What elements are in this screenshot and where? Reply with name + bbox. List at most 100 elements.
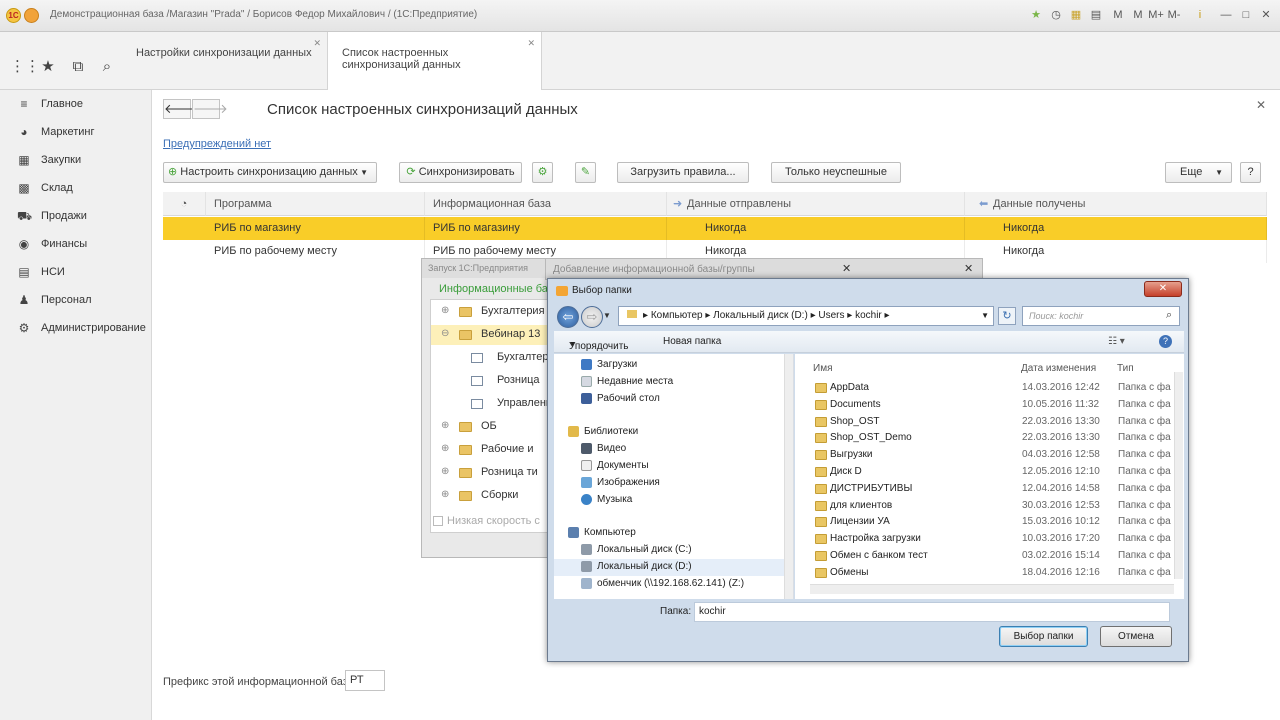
sections-grid-icon[interactable]: ⋮⋮ — [10, 57, 40, 77]
list-item[interactable]: Shop_OST 22.03.2016 13:30 Папка с фа — [795, 414, 1184, 431]
setup-sync-button[interactable]: ⊕ Настроить синхронизацию данных ▼ — [163, 162, 377, 183]
help-icon[interactable]: ? — [1159, 335, 1172, 348]
list-item[interactable]: Лицензии УА 15.03.2016 10:12 Папка с фа — [795, 514, 1184, 531]
breadcrumb-item[interactable]: kochir — [855, 310, 882, 321]
memory-plus-button[interactable]: М+ — [1148, 7, 1164, 23]
tree-item[interactable]: ⊕ Рабочие и — [431, 440, 551, 460]
load-rules-button[interactable]: Загрузить правила... — [617, 162, 749, 183]
tree-item[interactable]: Бухгалтерия — [431, 348, 551, 368]
memory-store-button[interactable]: М — [1110, 7, 1126, 23]
column-header-type[interactable]: Тип — [1117, 363, 1134, 374]
close-form-button[interactable]: ✕ — [1256, 98, 1266, 112]
close-window-button[interactable]: ✕ — [1258, 7, 1274, 23]
status-column-icon[interactable]: ◔ — [163, 192, 206, 216]
new-folder-button[interactable]: Новая папка — [663, 336, 721, 347]
view-options-icon[interactable]: ☷ ▾ — [1108, 336, 1125, 347]
list-item[interactable]: Выгрузки 04.03.2016 12:58 Папка с фа — [795, 447, 1184, 464]
main-menu-button[interactable] — [24, 8, 39, 23]
column-header-sent[interactable]: ➜ Данные отправлены — [667, 192, 965, 216]
nav-item-drive-d[interactable]: Локальный диск (D:) — [554, 559, 793, 576]
sidebar-item-finance[interactable]: ◉ Финансы — [0, 232, 152, 256]
column-header-received[interactable]: ⬅ Данные получены — [965, 192, 1267, 216]
only-failed-button[interactable]: Только неуспешные — [771, 162, 901, 183]
list-item[interactable]: Настройка загрузки 10.03.2016 17:20 Папка … — [795, 531, 1184, 548]
folder-input[interactable]: kochir — [694, 602, 1170, 622]
list-item[interactable]: Обмен с банком тест 03.02.2016 15:14 Папка… — [795, 548, 1184, 565]
tree-item[interactable]: ⊕ Бухгалтерия — [431, 302, 551, 322]
list-item[interactable]: для клиентов 30.03.2016 12:53 Папка с фа — [795, 498, 1184, 515]
column-header-date[interactable]: Дата изменения — [1021, 363, 1096, 374]
forward-arrow-icon[interactable]: ⇨ — [581, 306, 603, 328]
tree-item[interactable]: ⊕ Сборки — [431, 486, 551, 506]
breadcrumb-item[interactable]: Users — [818, 310, 844, 321]
sidebar-item-personnel[interactable]: ♟ Персонал — [0, 288, 152, 312]
select-folder-button[interactable]: Выбор папки — [999, 626, 1088, 647]
back-arrow-icon[interactable]: ⇦ — [557, 306, 579, 328]
column-header-name[interactable]: Имя — [813, 363, 832, 374]
chevron-down-icon[interactable]: ▼ — [981, 307, 989, 325]
tab-sync-list[interactable]: Список настроенных синхронизаций данных … — [328, 32, 542, 90]
list-item[interactable]: Обмены 18.04.2016 12:16 Папка с фа — [795, 565, 1184, 582]
calculator-icon[interactable]: ▦ — [1068, 7, 1084, 23]
history-icon[interactable]: ◷ — [1048, 7, 1064, 23]
sidebar-item-sales[interactable]: ⛟ Продажи — [0, 204, 152, 228]
sidebar-item-nsi[interactable]: ▤ НСИ — [0, 260, 152, 284]
more-button[interactable]: Еще ▼ — [1165, 162, 1232, 183]
synchronize-button[interactable]: ⟳ Синхронизировать — [399, 162, 522, 183]
breadcrumb-item[interactable]: Компьютер — [651, 310, 703, 321]
column-header-program[interactable]: Программа — [206, 192, 425, 216]
tab-sync-settings[interactable]: Настройки синхронизации данных ✕ — [122, 32, 328, 90]
chevron-down-icon[interactable]: ▼ — [603, 311, 611, 320]
forward-button[interactable]: 🡒 — [192, 99, 228, 119]
low-speed-checkbox[interactable]: Низкая скорость с — [431, 512, 551, 532]
back-button[interactable]: 🡐 — [163, 99, 199, 119]
close-icon[interactable]: ✕ — [842, 262, 851, 275]
nav-scrollbar[interactable] — [784, 354, 793, 599]
close-icon[interactable]: ✕ — [1144, 281, 1182, 297]
refresh-icon[interactable]: ↻ — [998, 307, 1016, 325]
calendar-icon[interactable]: ▤ — [1088, 7, 1104, 23]
tree-item[interactable]: Розница — [431, 371, 551, 391]
close-icon[interactable]: ✕ — [527, 38, 535, 49]
info-button[interactable]: i — [1192, 7, 1208, 23]
minimize-button[interactable]: — — [1218, 7, 1234, 23]
list-item[interactable]: AppData 14.03.2016 12:42 Папка с фа — [795, 380, 1184, 397]
tree-item[interactable]: ⊖ Вебинар 13 — [431, 325, 551, 345]
list-scrollbar-horizontal[interactable] — [810, 584, 1174, 594]
list-item[interactable]: Documents 10.05.2016 11:32 Папка с фа — [795, 397, 1184, 414]
sidebar-item-warehouse[interactable]: ▩ Склад — [0, 176, 152, 200]
sync-settings-icon[interactable]: ⚙ — [532, 162, 553, 183]
memory-minus-button[interactable]: М- — [1166, 7, 1182, 23]
close-icon[interactable]: ✕ — [964, 262, 973, 275]
tree-item[interactable]: ⊕ Розница ти — [431, 463, 551, 483]
tree-item[interactable]: Управление — [431, 394, 551, 414]
help-button[interactable]: ? — [1240, 162, 1261, 183]
breadcrumb-item[interactable]: Локальный диск (D:) — [713, 310, 808, 321]
list-item[interactable]: Shop_OST_Demo 22.03.2016 13:30 Папка с фа — [795, 430, 1184, 447]
search-icon[interactable]: ⌕ — [97, 57, 117, 77]
favorites-star-icon[interactable]: ★ — [38, 57, 58, 77]
close-icon[interactable]: ✕ — [313, 38, 321, 49]
list-item[interactable]: Диск D 12.05.2016 12:10 Папка с фа — [795, 464, 1184, 481]
cancel-button[interactable]: Отмена — [1100, 626, 1172, 647]
address-bar[interactable]: ▸ Компьютер ▸ Локальный диск (D:) ▸ User… — [618, 306, 994, 326]
tree-item[interactable]: ⊕ ОБ — [431, 417, 551, 437]
sidebar-item-administration[interactable]: ⚙ Администрирование — [0, 316, 152, 340]
list-scrollbar-vertical[interactable] — [1174, 372, 1183, 579]
prefix-input[interactable]: РТ — [345, 670, 385, 691]
table-row[interactable]: РИБ по магазину РИБ по магазину Никогда … — [163, 217, 1267, 240]
list-item[interactable]: ДИСТРИБУТИВЫ 12.04.2016 14:58 Папка с фа — [795, 481, 1184, 498]
sidebar-item-main[interactable]: ≡ Главное — [0, 92, 152, 116]
sidebar-item-purchases[interactable]: ▦ Закупки — [0, 148, 152, 172]
sidebar-item-marketing[interactable]: ◕ Маркетинг — [0, 120, 152, 144]
column-header-infobase[interactable]: Информационная база — [425, 192, 667, 216]
file-name: Выгрузки — [830, 449, 873, 461]
warnings-link[interactable]: Предупреждений нет — [163, 138, 271, 150]
edit-pencil-icon[interactable]: ✎ — [575, 162, 596, 183]
favorite-icon[interactable]: ★ — [1028, 7, 1044, 23]
maximize-button[interactable]: □ — [1238, 7, 1254, 23]
history-icon[interactable]: ⧉ — [68, 57, 88, 77]
file-date: 22.03.2016 13:30 — [1022, 432, 1100, 444]
memory-recall-button[interactable]: М — [1130, 7, 1146, 23]
search-input[interactable]: Поиск: kochir — [1022, 306, 1180, 326]
